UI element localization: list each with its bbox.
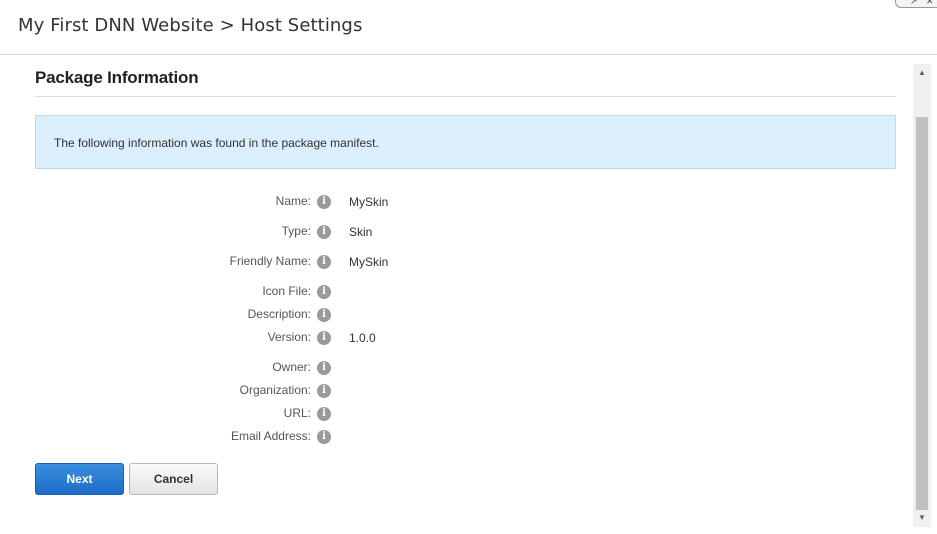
window-controls[interactable]: ↗ ✕ (895, 0, 937, 8)
field-row-description: Description: i (0, 307, 600, 325)
field-value: MySkin (349, 195, 389, 209)
field-row-email-address: Email Address: i (0, 429, 600, 447)
restore-icon[interactable]: ↗ (910, 0, 918, 7)
field-row-organization: Organization: i (0, 383, 600, 401)
info-message-box: The following information was found in t… (35, 115, 896, 169)
field-label: Friendly Name: (229, 254, 311, 268)
field-value: MySkin (349, 255, 389, 269)
scroll-down-arrow-icon[interactable]: ▼ (913, 509, 931, 527)
field-value: Skin (349, 225, 373, 239)
field-label: Owner: (272, 360, 311, 374)
info-icon[interactable]: i (317, 430, 331, 444)
field-label: Description: (247, 307, 311, 321)
field-row-version: Version: i 1.0.0 (0, 330, 600, 348)
field-row-url: URL: i (0, 406, 600, 424)
info-icon[interactable]: i (317, 331, 331, 345)
info-icon[interactable]: i (317, 308, 331, 322)
field-label: Icon File: (262, 284, 311, 298)
info-icon[interactable]: i (317, 255, 331, 269)
title-bar: My First DNN Website > Host Settings ↗ ✕ (0, 0, 937, 55)
vertical-scrollbar[interactable]: ▲ ▼ (913, 64, 931, 527)
info-message-text: The following information was found in t… (54, 136, 379, 150)
field-row-friendly-name: Friendly Name: i MySkin (0, 254, 600, 272)
field-value: 1.0.0 (349, 331, 376, 345)
close-icon[interactable]: ✕ (926, 0, 934, 7)
field-label: Version: (267, 330, 311, 344)
field-row-type: Type: i Skin (0, 224, 600, 242)
info-icon[interactable]: i (317, 407, 331, 421)
info-icon[interactable]: i (317, 361, 331, 375)
info-icon[interactable]: i (317, 195, 331, 209)
info-icon[interactable]: i (317, 384, 331, 398)
field-label: URL: (283, 406, 311, 420)
field-row-owner: Owner: i (0, 360, 600, 378)
scroll-up-arrow-icon[interactable]: ▲ (913, 64, 931, 82)
field-row-icon-file: Icon File: i (0, 284, 600, 302)
field-row-name: Name: i MySkin (0, 194, 600, 212)
info-icon[interactable]: i (317, 225, 331, 239)
scrollbar-thumb[interactable] (916, 117, 928, 510)
field-label: Email Address: (230, 429, 311, 443)
field-label: Type: (281, 224, 311, 238)
cancel-button[interactable]: Cancel (129, 463, 218, 495)
section-heading: Package Information (35, 68, 896, 97)
page-title: My First DNN Website > Host Settings (18, 15, 363, 36)
field-label: Organization: (239, 383, 311, 397)
page: My First DNN Website > Host Settings ↗ ✕… (0, 0, 937, 534)
field-label: Name: (275, 194, 311, 208)
info-icon[interactable]: i (317, 285, 331, 299)
next-button[interactable]: Next (35, 463, 124, 495)
dialog-content: Package Information The following inform… (0, 55, 913, 534)
